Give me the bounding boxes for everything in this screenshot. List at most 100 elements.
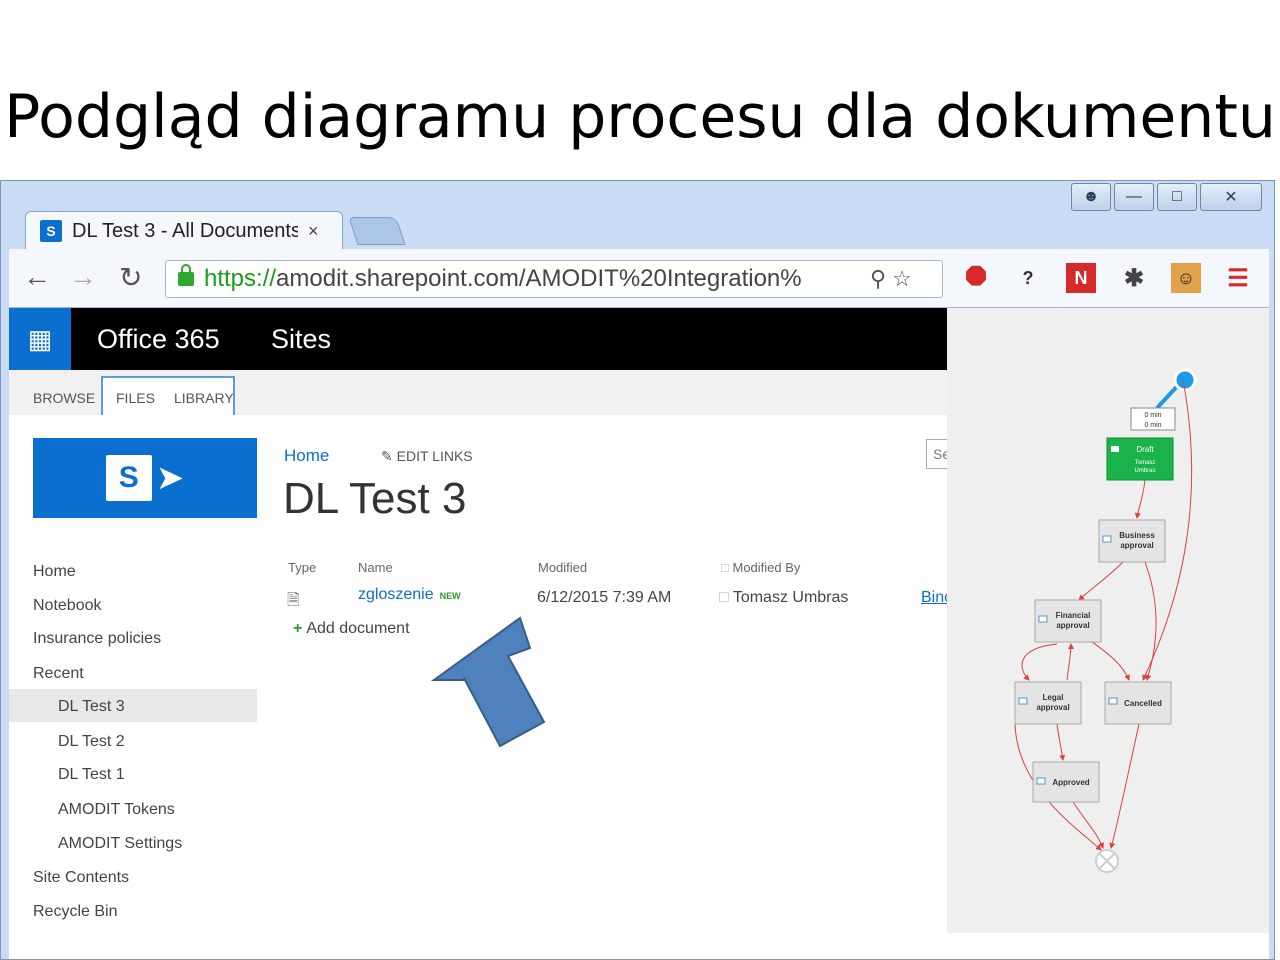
- nav-item-site-contents[interactable]: Site Contents: [33, 869, 129, 887]
- nav-item-home[interactable]: Home: [33, 563, 76, 581]
- url-text[interactable]: https://amodit.sharepoint.com/AMODIT%20I…: [204, 265, 864, 293]
- address-bar[interactable]: https://amodit.sharepoint.com/AMODIT%20I…: [165, 260, 943, 298]
- office365-brand[interactable]: Office 365: [97, 324, 220, 355]
- nav-item-insurance-policies[interactable]: Insurance policies: [33, 630, 161, 648]
- sharepoint-logo-icon: S: [105, 455, 152, 501]
- column-header-modified[interactable]: Modified: [538, 560, 587, 575]
- help-extension-icon[interactable]: ?: [1013, 263, 1043, 293]
- start-node-icon[interactable]: [1173, 368, 1197, 392]
- stop-extension-icon[interactable]: ⯃: [961, 262, 991, 293]
- edge-financial-legal: [1021, 643, 1058, 681]
- face-extension-icon[interactable]: ☺: [1171, 263, 1201, 293]
- back-icon[interactable]: ←: [23, 261, 51, 293]
- browser-window: ☻ — □ ✕ S DL Test 3 - All Documents × ← …: [0, 180, 1275, 960]
- node-approved-label: Approved: [1052, 778, 1089, 787]
- nav-item-amodit-tokens[interactable]: AMODIT Tokens: [58, 801, 175, 819]
- node-legal-label-2: approval: [1036, 703, 1069, 712]
- edge-draft-business: [1134, 479, 1146, 519]
- document-link[interactable]: zgloszenie NEW: [358, 586, 461, 604]
- tab-close-icon[interactable]: ×: [308, 221, 319, 242]
- lock-icon: [178, 264, 194, 286]
- breadcrumb-home[interactable]: Home: [284, 446, 329, 466]
- minimize-icon[interactable]: —: [1114, 183, 1154, 211]
- pointer-arrow-icon: [430, 616, 546, 748]
- reload-icon[interactable]: ↻: [119, 261, 142, 294]
- column-header-modified-by[interactable]: □ Modified By: [721, 560, 800, 575]
- edge-financial-cancelled: [1086, 637, 1130, 681]
- nav-item-recent[interactable]: Recent: [33, 665, 84, 683]
- node-draft-user-2: Umbras: [1134, 468, 1155, 474]
- document-modified-by: □ Tomasz Umbras: [719, 589, 848, 607]
- nav-item-dl-test-1[interactable]: DL Test 1: [58, 766, 125, 784]
- logo-arrow-icon: ➤: [155, 459, 185, 497]
- row-checkbox[interactable]: □: [719, 589, 729, 606]
- add-document-link[interactable]: + Add document: [293, 620, 410, 638]
- node-business-approval[interactable]: Business approval: [1098, 519, 1166, 563]
- menu-icon[interactable]: ☰: [1223, 263, 1253, 293]
- document-type-icon: 🗎: [287, 592, 300, 609]
- user-icon[interactable]: ☻: [1071, 183, 1111, 211]
- document-modified: 6/12/2015 7:39 AM: [537, 589, 672, 606]
- site-logo[interactable]: S ➤: [33, 438, 257, 518]
- node-business-label-2: approval: [1120, 541, 1153, 550]
- document-name: zgloszenie: [358, 586, 434, 603]
- column-header-modified-by-label: Modified By: [732, 560, 801, 575]
- bookmark-star-icon[interactable]: ☆: [892, 266, 912, 292]
- add-document-label: Add document: [306, 620, 410, 637]
- maximize-icon[interactable]: □: [1157, 183, 1197, 211]
- nav-item-dl-test-3[interactable]: DL Test 3: [58, 698, 125, 716]
- tab-title: DL Test 3 - All Documents: [72, 219, 298, 242]
- nav-item-notebook[interactable]: Notebook: [33, 597, 102, 615]
- node-draft-user-1: Tomasz: [1135, 460, 1156, 466]
- node-cancelled[interactable]: Cancelled: [1104, 681, 1172, 725]
- grid-extension-icon[interactable]: ✱: [1119, 263, 1149, 293]
- edit-links-button[interactable]: ✎ EDIT LINKS: [381, 448, 473, 465]
- node-financial-approval[interactable]: Financial approval: [1034, 599, 1102, 643]
- page-title: DL Test 3: [283, 474, 467, 523]
- tab-browse[interactable]: BROWSE: [33, 390, 95, 406]
- forward-icon[interactable]: →: [69, 261, 97, 293]
- edit-links-label: EDIT LINKS: [396, 448, 473, 464]
- url-path: amodit.sharepoint.com/AMODIT%20Integrati…: [276, 265, 802, 292]
- tab-files[interactable]: FILES: [116, 390, 155, 406]
- edge-approved-end: [1072, 801, 1104, 849]
- sites-link[interactable]: Sites: [271, 324, 331, 355]
- n-extension-icon[interactable]: N: [1066, 263, 1096, 293]
- process-diagram: 0 min 0 min Draft Tomasz Umbras Business…: [1014, 368, 1197, 873]
- nav-item-recycle-bin[interactable]: Recycle Bin: [33, 903, 117, 921]
- app-launcher-icon[interactable]: ▦: [9, 308, 71, 370]
- office365-bar: ▦ Office 365 Sites: [9, 308, 947, 370]
- node-approved[interactable]: Approved: [1032, 761, 1100, 803]
- timer-line-2: 0 min: [1144, 422, 1161, 429]
- process-diagram-pane: 0 min 0 min Draft Tomasz Umbras Business…: [947, 308, 1269, 933]
- slide-title: Podgląd diagramu procesu dla dokumentu: [4, 82, 1276, 152]
- browser-tab[interactable]: S DL Test 3 - All Documents ×: [25, 211, 343, 250]
- document-extra-link[interactable]: Binc: [921, 589, 947, 607]
- browser-toolbar: ← → ↻ https://amodit.sharepoint.com/AMOD…: [9, 249, 1269, 308]
- edge-business-financial: [1078, 561, 1124, 601]
- window-controls: ☻ — □ ✕: [1068, 183, 1262, 211]
- new-badge: NEW: [439, 591, 461, 601]
- document-modified-by-name: Tomasz Umbras: [732, 589, 849, 606]
- url-scheme: https://: [204, 265, 277, 292]
- node-financial-label-2: approval: [1056, 621, 1089, 630]
- node-financial-label-1: Financial: [1056, 611, 1091, 620]
- nav-item-dl-test-2[interactable]: DL Test 2: [58, 733, 125, 751]
- sharepoint-favicon-icon: S: [40, 220, 62, 242]
- node-legal-approval[interactable]: Legal approval: [1014, 681, 1082, 725]
- sharepoint-page: ▦ Office 365 Sites BROWSE FILES LIBRARY …: [9, 308, 1269, 959]
- node-approved-form-icon: [1036, 777, 1046, 785]
- close-icon[interactable]: ✕: [1200, 183, 1262, 211]
- end-node-icon[interactable]: [1095, 849, 1119, 873]
- zoom-icon[interactable]: ⚲: [870, 266, 886, 292]
- new-tab-button[interactable]: [348, 217, 406, 245]
- tab-library[interactable]: LIBRARY: [174, 390, 234, 406]
- node-cancelled-label: Cancelled: [1124, 699, 1162, 708]
- ribbon: BROWSE FILES LIBRARY: [9, 370, 947, 415]
- nav-item-amodit-settings[interactable]: AMODIT Settings: [58, 835, 182, 853]
- node-draft[interactable]: Draft Tomasz Umbras: [1106, 437, 1174, 481]
- column-header-type[interactable]: Type: [288, 560, 316, 575]
- column-header-name[interactable]: Name: [358, 560, 393, 575]
- plus-icon: +: [293, 620, 303, 637]
- node-financial-form-icon: [1038, 615, 1048, 623]
